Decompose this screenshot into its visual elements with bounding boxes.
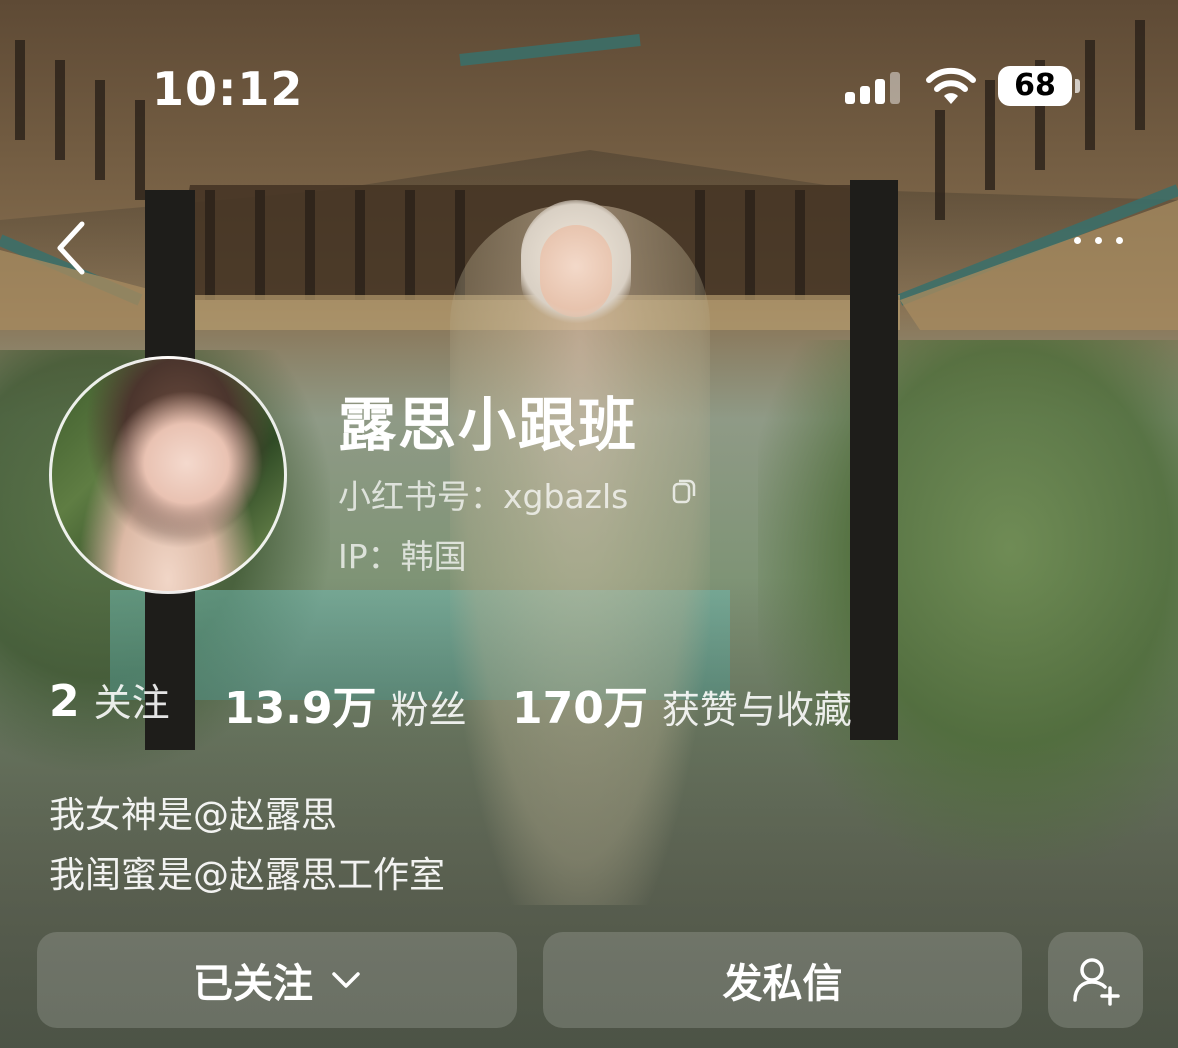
cover-post-right	[850, 180, 898, 740]
stat-likes-label: 获赞与收藏	[661, 688, 852, 732]
copy-icon[interactable]	[672, 478, 696, 504]
ip-location: IP：韩国	[338, 537, 467, 576]
add-friend-button[interactable]	[1048, 932, 1143, 1028]
battery-icon: 68	[998, 66, 1072, 106]
add-friend-icon	[1072, 958, 1120, 1006]
back-icon[interactable]	[50, 218, 100, 278]
stat-likes-collects[interactable]: 170万 获赞与收藏	[512, 672, 852, 736]
wifi-icon	[926, 67, 976, 104]
stat-following-label: 关注	[93, 681, 170, 725]
bio-line: 我女神是@赵露思	[49, 795, 338, 836]
follow-button-label: 已关注	[193, 961, 313, 1007]
signal-icon	[845, 70, 905, 104]
status-time: 10:12	[152, 62, 304, 116]
bio-line: 我闺蜜是@赵露思工作室	[49, 855, 446, 896]
more-icon[interactable]	[1068, 228, 1130, 254]
chevron-down-icon	[332, 972, 360, 988]
battery-tip	[1075, 79, 1080, 93]
message-button-label: 发私信	[722, 961, 843, 1007]
stat-following[interactable]: 2 关注	[49, 672, 170, 727]
profile-name: 露思小跟班	[338, 391, 639, 459]
cover-foliage-right	[758, 340, 1178, 860]
stat-following-value: 2	[49, 676, 80, 727]
avatar[interactable]	[49, 356, 287, 594]
message-button[interactable]: 发私信	[543, 932, 1022, 1028]
cover-figure-face	[540, 225, 612, 317]
red-id: 小红书号：xgbazls	[338, 477, 629, 516]
follow-button[interactable]: 已关注	[37, 932, 517, 1028]
stat-followers-value: 13.9万	[224, 683, 377, 734]
stat-followers[interactable]: 13.9万 粉丝	[224, 672, 467, 736]
stat-likes-value: 170万	[512, 683, 648, 734]
stat-followers-label: 粉丝	[390, 688, 467, 732]
